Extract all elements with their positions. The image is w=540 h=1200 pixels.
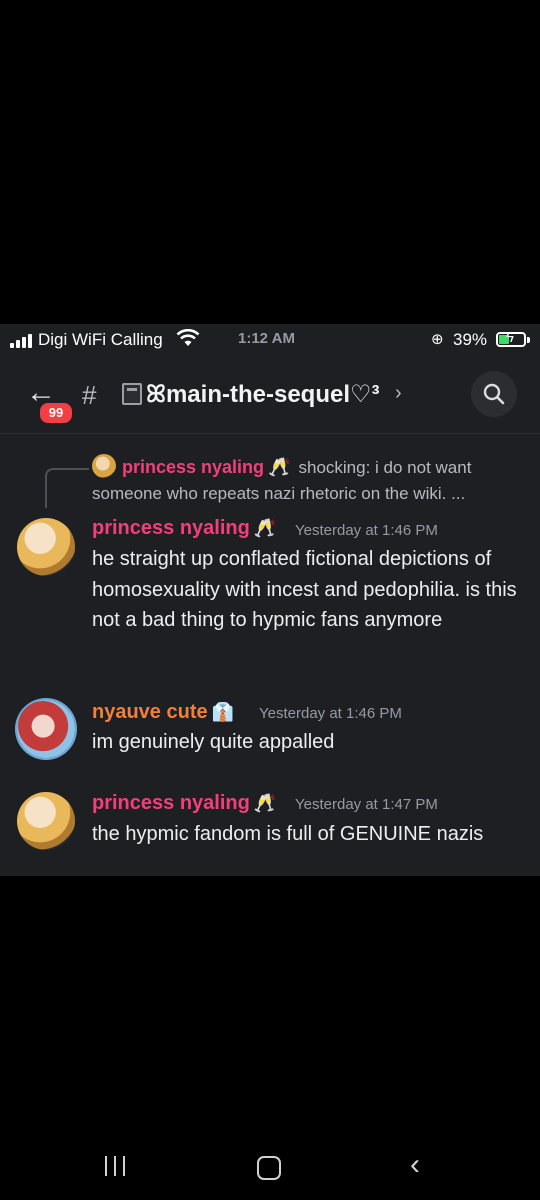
reply-connector xyxy=(45,468,89,508)
home-icon[interactable] xyxy=(257,1156,281,1180)
avatar[interactable] xyxy=(17,792,75,850)
tie-icon: 👔 xyxy=(211,702,235,722)
channel-hash-icon: # xyxy=(82,380,97,410)
carrier-label: Digi WiFi Calling xyxy=(38,330,163,349)
search-icon xyxy=(483,383,505,405)
android-nav-bar: ‹ xyxy=(0,1140,540,1192)
reply-preview[interactable]: princess nyaling 🥂 shocking: i do not want… xyxy=(92,454,532,507)
champagne-icon: 🥂 xyxy=(268,457,291,477)
reply-author: princess nyaling xyxy=(122,457,265,477)
avatar xyxy=(92,454,116,478)
avatar[interactable] xyxy=(17,518,75,576)
message-author[interactable]: nyauve cute 👔 xyxy=(92,701,234,724)
message-timestamp: Yesterday at 1:47 PM xyxy=(295,796,438,813)
wifi-icon xyxy=(176,328,200,352)
channel-header: ← 99 # ꕤmain-the-sequel♡³ › xyxy=(0,364,540,434)
champagne-icon: 🥂 xyxy=(253,518,277,538)
message-author[interactable]: princess nyaling 🥂 xyxy=(92,792,276,815)
status-bar: Digi WiFi Calling 1:12 AM ⊕ 39% ϟ xyxy=(0,324,540,354)
avatar[interactable] xyxy=(17,700,75,758)
recent-apps-icon[interactable] xyxy=(105,1156,125,1176)
message-text: the hypmic fandom is full of GENUINE naz… xyxy=(92,823,484,845)
champagne-icon: 🥂 xyxy=(253,793,277,813)
unread-badge: 99 xyxy=(38,401,74,425)
header-divider xyxy=(0,433,540,434)
message-text: im genuinely quite appalled xyxy=(92,731,335,753)
channel-name[interactable]: ꕤmain-the-sequel♡³ xyxy=(122,380,380,409)
chevron-right-icon[interactable]: › xyxy=(395,382,402,405)
rotation-lock-icon: ⊕ xyxy=(431,331,444,348)
notebook-icon xyxy=(122,383,142,405)
signal-icon xyxy=(10,334,32,348)
search-button[interactable] xyxy=(471,371,517,417)
back-icon[interactable]: ‹ xyxy=(410,1148,420,1182)
battery-icon: ϟ xyxy=(496,329,526,347)
message-timestamp: Yesterday at 1:46 PM xyxy=(259,705,402,722)
message-timestamp: Yesterday at 1:46 PM xyxy=(295,522,438,539)
message-text: he straight up conflated fictional depic… xyxy=(92,548,517,631)
battery-percent: 39% xyxy=(453,330,488,349)
clock: 1:12 AM xyxy=(238,330,295,347)
message-author[interactable]: princess nyaling 🥂 xyxy=(92,517,276,540)
chat-app: Digi WiFi Calling 1:12 AM ⊕ 39% ϟ ← 99 #… xyxy=(0,324,540,876)
